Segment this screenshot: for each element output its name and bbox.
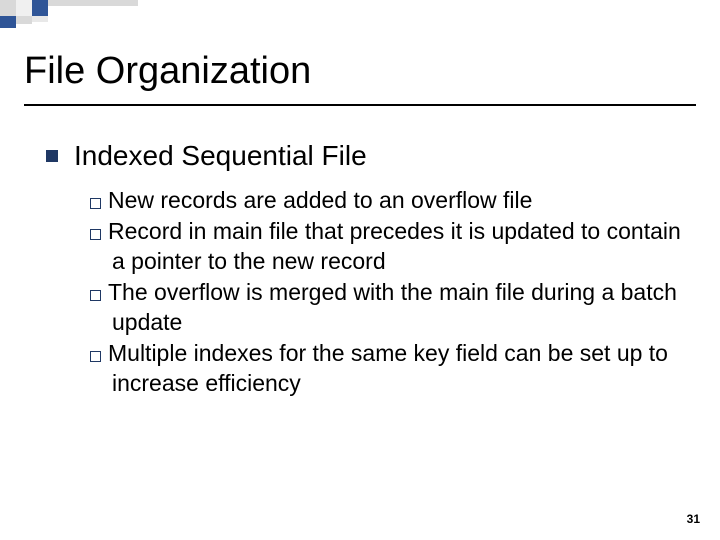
level2-item: The overflow is merged with the main fil… [90,278,684,337]
level2-text: Record in main file that precedes it is … [108,218,681,273]
level2-item: New records are added to an overflow fil… [90,186,684,215]
level2-item: Multiple indexes for the same key field … [90,339,684,398]
title-rule [24,104,696,106]
page-number: 31 [687,512,700,526]
hollow-square-bullet-icon [90,198,101,209]
level2-text: New records are added to an overflow fil… [108,187,532,213]
hollow-square-bullet-icon [90,229,101,240]
corner-decoration [0,0,140,28]
level1-text: Indexed Sequential File [74,140,367,172]
slide-title: File Organization [24,50,311,93]
content-area: Indexed Sequential File New records are … [46,140,684,400]
hollow-square-bullet-icon [90,290,101,301]
filled-square-bullet-icon [46,150,58,162]
level2-list: New records are added to an overflow fil… [90,186,684,398]
level2-item: Record in main file that precedes it is … [90,217,684,276]
level1-item: Indexed Sequential File [46,140,684,172]
level2-text: Multiple indexes for the same key field … [108,340,668,395]
hollow-square-bullet-icon [90,351,101,362]
level2-text: The overflow is merged with the main fil… [108,279,677,334]
